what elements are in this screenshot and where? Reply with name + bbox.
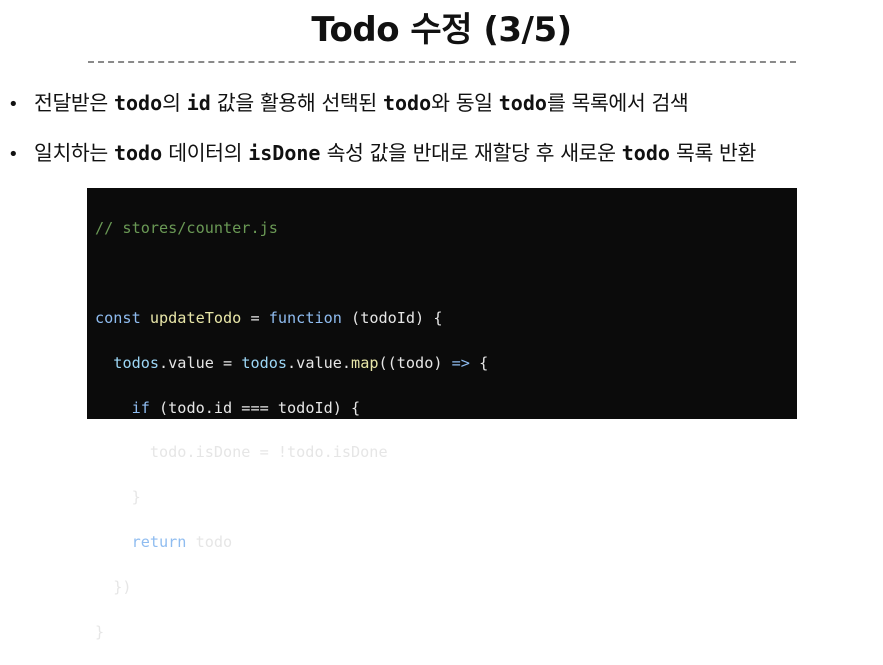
bullet-dot: • [8, 94, 19, 115]
bullet-text: 와 동일 [431, 91, 499, 115]
bullet-text: 데이터의 [162, 141, 249, 165]
code-keyword: return [131, 532, 187, 551]
bullet-item-1: • 전달받은 todo의 id 값을 활용해 선택된 todo와 동일 todo를… [8, 88, 689, 120]
bullet-text: 를 목록에서 검색 [546, 91, 689, 115]
code-text: .value. [287, 353, 352, 372]
code-term: todo [113, 141, 163, 165]
code-variable: todos [113, 353, 160, 372]
code-term: todo [382, 91, 432, 115]
code-line: // stores/counter.js [95, 217, 789, 239]
page-title: Todo 수정 (3/5) [311, 10, 572, 50]
code-keyword: const [95, 309, 150, 327]
code-line: const updateTodo = function (todoId) { [95, 307, 789, 329]
code-line: todos.value = todos.value.map((todo) => … [95, 352, 789, 374]
bullet-dot: • [8, 144, 19, 165]
code-variable: todos [241, 353, 288, 372]
code-text: ((todo) [378, 353, 452, 372]
code-term: todo [621, 141, 670, 165]
code-keyword: function [268, 309, 342, 327]
code-term: isDone [248, 141, 321, 165]
code-text: = [241, 309, 269, 327]
code-line: } [95, 621, 789, 643]
code-function-name: map [351, 353, 379, 372]
code-line: } [95, 486, 789, 508]
code-function-name: updateTodo [149, 309, 242, 327]
code-block: // stores/counter.js const updateTodo = … [87, 188, 797, 641]
code-keyword: => [451, 353, 470, 372]
bullet-text: 목록 반환 [669, 141, 756, 165]
code-line: if (todo.id === todoId) { [95, 397, 789, 419]
bullet-text: 의 [162, 91, 187, 115]
bullet-item-2: • 일치하는 todo 데이터의 isDone 속성 값을 반대로 재할당 후 새… [8, 138, 756, 170]
code-text: (todoId) { [341, 309, 443, 327]
code-text: (todo.id === todoId) { [149, 398, 361, 417]
code-text: }) [95, 577, 132, 596]
dashed-divider [88, 61, 796, 63]
bullet-text: 일치하는 [34, 141, 114, 165]
code-line: }) [95, 576, 789, 598]
code-term: todo [113, 91, 163, 115]
code-text: .value = [159, 353, 242, 372]
bullet-text: 속성 값을 반대로 재할당 후 새로운 [320, 141, 622, 165]
code-term: id [186, 91, 211, 115]
bullet-text: 전달받은 [34, 91, 114, 115]
code-line: todo.isDone = !todo.isDone [95, 441, 789, 463]
code-text: todo [186, 532, 233, 551]
code-text: todo.isDone = !todo.isDone [95, 443, 388, 462]
code-line: return todo [95, 531, 789, 553]
bullet-text: 값을 활용해 선택된 [210, 91, 383, 115]
code-comment: // stores/counter.js [95, 219, 278, 238]
code-text: } [95, 622, 105, 641]
code-text: { [469, 353, 489, 372]
code-keyword: if [131, 398, 150, 417]
code-text: } [95, 488, 141, 507]
code-term: todo [498, 91, 547, 115]
